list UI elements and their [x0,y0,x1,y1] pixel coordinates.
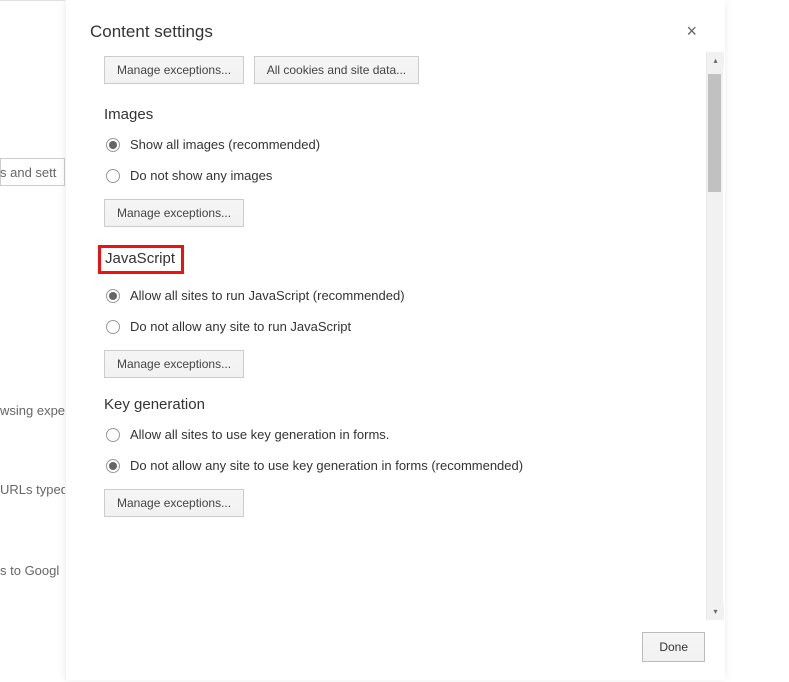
radio-icon [106,428,120,442]
dialog-body: ▴ ▾ Manage exceptions... All cookies and… [66,52,725,620]
keygen-manage-exceptions-button[interactable]: Manage exceptions... [104,489,244,517]
close-button[interactable]: × [682,22,701,40]
radio-label: Allow all sites to use key generation in… [130,427,389,442]
radio-label: Do not allow any site to use key generat… [130,458,523,473]
all-cookies-button[interactable]: All cookies and site data... [254,56,419,84]
background-text: s to Googl [0,563,59,578]
section-title-javascript: JavaScript [98,245,184,274]
radio-no-images[interactable]: Do not show any images [104,168,697,183]
images-section: Images Show all images (recommended) Do … [104,106,697,227]
scrollbar-down-arrow-icon[interactable]: ▾ [707,603,724,620]
done-button[interactable]: Done [642,632,705,662]
section-title-images: Images [104,106,153,123]
radio-label: Allow all sites to run JavaScript (recom… [130,288,405,303]
section-title-keygen: Key generation [104,396,205,413]
manage-exceptions-button[interactable]: Manage exceptions... [104,56,244,84]
radio-block-javascript[interactable]: Do not allow any site to run JavaScript [104,319,697,334]
dialog-footer: Done [66,620,725,680]
radio-allow-keygen[interactable]: Allow all sites to use key generation in… [104,427,697,442]
scrollbar-up-arrow-icon[interactable]: ▴ [707,52,724,69]
radio-icon [106,459,120,473]
radio-label: Show all images (recommended) [130,137,320,152]
keygen-section: Key generation Allow all sites to use ke… [104,396,697,517]
top-button-row: Manage exceptions... All cookies and sit… [104,56,697,84]
radio-allow-javascript[interactable]: Allow all sites to run JavaScript (recom… [104,288,697,303]
background-text: wsing expe [0,403,65,418]
dialog-title: Content settings [90,22,213,42]
background-divider [0,0,65,1]
images-manage-exceptions-button[interactable]: Manage exceptions... [104,199,244,227]
radio-block-keygen[interactable]: Do not allow any site to use key generat… [104,458,697,473]
radio-icon [106,169,120,183]
dialog-header: Content settings × [66,0,725,52]
scrollbar-track[interactable]: ▴ ▾ [706,52,723,620]
javascript-manage-exceptions-button[interactable]: Manage exceptions... [104,350,244,378]
radio-icon [106,138,120,152]
content-settings-dialog: Content settings × ▴ ▾ Manage exceptions… [65,0,725,680]
radio-label: Do not show any images [130,168,272,183]
radio-show-all-images[interactable]: Show all images (recommended) [104,137,697,152]
radio-icon [106,320,120,334]
javascript-section: JavaScript Allow all sites to run JavaSc… [104,245,697,378]
radio-icon [106,289,120,303]
scrollbar-thumb[interactable] [708,74,721,192]
background-text: URLs typed [0,482,68,497]
background-text: s and sett [0,165,56,180]
radio-label: Do not allow any site to run JavaScript [130,319,351,334]
